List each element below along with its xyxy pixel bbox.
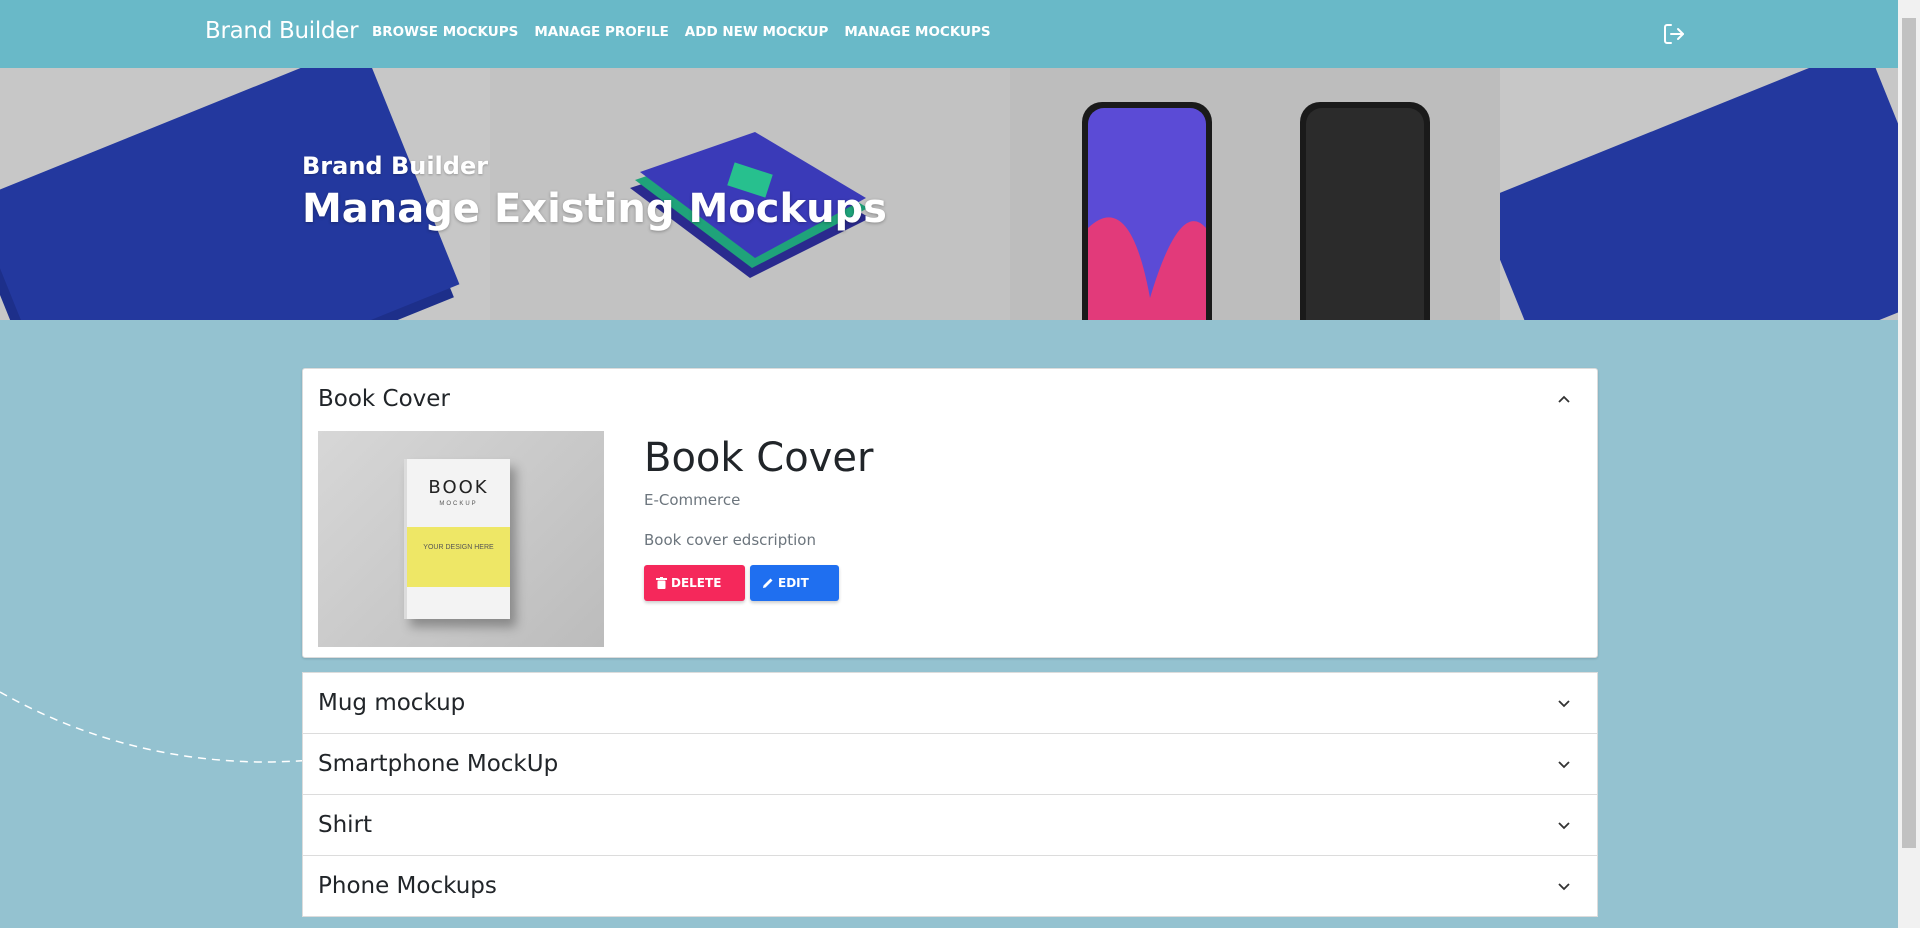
hero-banner: Brand Builder Manage Existing Mockups — [0, 68, 1898, 320]
mockups-accordion: Book Cover BOOK MOCKUP YOUR DESIGN HERE … — [302, 368, 1598, 917]
accordion-item-book-cover: Book Cover BOOK MOCKUP YOUR DESIGN HERE … — [302, 368, 1598, 658]
book-subtitle-text: MOCKUP — [439, 501, 478, 507]
trash-icon — [656, 577, 667, 589]
accordion-title: Smartphone MockUp — [318, 751, 559, 777]
top-navbar: Brand Builder BROWSE MOCKUPS MANAGE PROF… — [0, 0, 1898, 68]
accordion-item: Smartphone MockUp — [302, 734, 1598, 795]
delete-label: DELETE — [671, 576, 722, 590]
chevron-down-icon[interactable] — [1556, 817, 1572, 833]
hero-subtitle: Brand Builder — [302, 152, 489, 180]
nav-manage-mockups[interactable]: MANAGE MOCKUPS — [844, 24, 990, 40]
mockup-thumbnail: BOOK MOCKUP YOUR DESIGN HERE — [318, 431, 604, 647]
chevron-up-icon[interactable] — [1556, 391, 1572, 407]
mockup-category: E-Commerce — [644, 491, 741, 509]
accordion-title: Shirt — [318, 812, 373, 838]
brand-logo[interactable]: Brand Builder — [205, 18, 359, 44]
logout-icon[interactable] — [1662, 22, 1686, 46]
book-design-text: YOUR DESIGN HERE — [423, 544, 494, 551]
book-title-text: BOOK — [428, 477, 489, 498]
accordion-title: Phone Mockups — [318, 873, 497, 899]
nav-browse-mockups[interactable]: BROWSE MOCKUPS — [372, 24, 518, 40]
accordion-header[interactable]: Shirt — [303, 795, 1597, 855]
accordion-item: Shirt — [302, 795, 1598, 856]
chevron-down-icon[interactable] — [1556, 756, 1572, 772]
edit-label: EDIT — [778, 576, 809, 590]
accordion-title: Mug mockup — [318, 690, 466, 716]
accordion-item: Phone Mockups — [302, 856, 1598, 917]
accordion-closed-list: Mug mockup Smartphone MockUp Shirt Phone… — [302, 672, 1598, 917]
accordion-header[interactable]: Book Cover — [303, 369, 1597, 429]
page-title: Manage Existing Mockups — [302, 186, 887, 232]
accordion-header[interactable]: Mug mockup — [303, 673, 1597, 733]
hero-image-business-cards-2 — [1476, 68, 1898, 320]
nav-add-new-mockup[interactable]: ADD NEW MOCKUP — [685, 24, 829, 40]
page-scrollbar[interactable] — [1898, 0, 1920, 928]
nav-links: BROWSE MOCKUPS MANAGE PROFILE ADD NEW MO… — [372, 24, 991, 40]
edit-button[interactable]: EDIT — [750, 565, 839, 601]
book-mockup-image: BOOK MOCKUP YOUR DESIGN HERE — [404, 459, 510, 619]
scrollbar-thumb[interactable] — [1902, 18, 1916, 848]
pencil-icon — [763, 578, 773, 588]
hero-image-phones — [1010, 68, 1500, 320]
chevron-down-icon[interactable] — [1556, 695, 1572, 711]
delete-button[interactable]: DELETE — [644, 565, 745, 601]
nav-manage-profile[interactable]: MANAGE PROFILE — [534, 24, 668, 40]
accordion-header[interactable]: Phone Mockups — [303, 856, 1597, 916]
mockup-description: Book cover edscription — [644, 531, 816, 549]
mockup-details: Book Cover E-Commerce Book cover edscrip… — [644, 431, 873, 642]
chevron-down-icon[interactable] — [1556, 878, 1572, 894]
action-buttons: DELETE EDIT — [644, 565, 873, 601]
mockup-title: Book Cover — [644, 435, 874, 481]
accordion-header[interactable]: Smartphone MockUp — [303, 734, 1597, 794]
accordion-body: BOOK MOCKUP YOUR DESIGN HERE Book Cover … — [303, 429, 1597, 657]
accordion-title: Book Cover — [318, 386, 450, 412]
accordion-item: Mug mockup — [302, 672, 1598, 734]
